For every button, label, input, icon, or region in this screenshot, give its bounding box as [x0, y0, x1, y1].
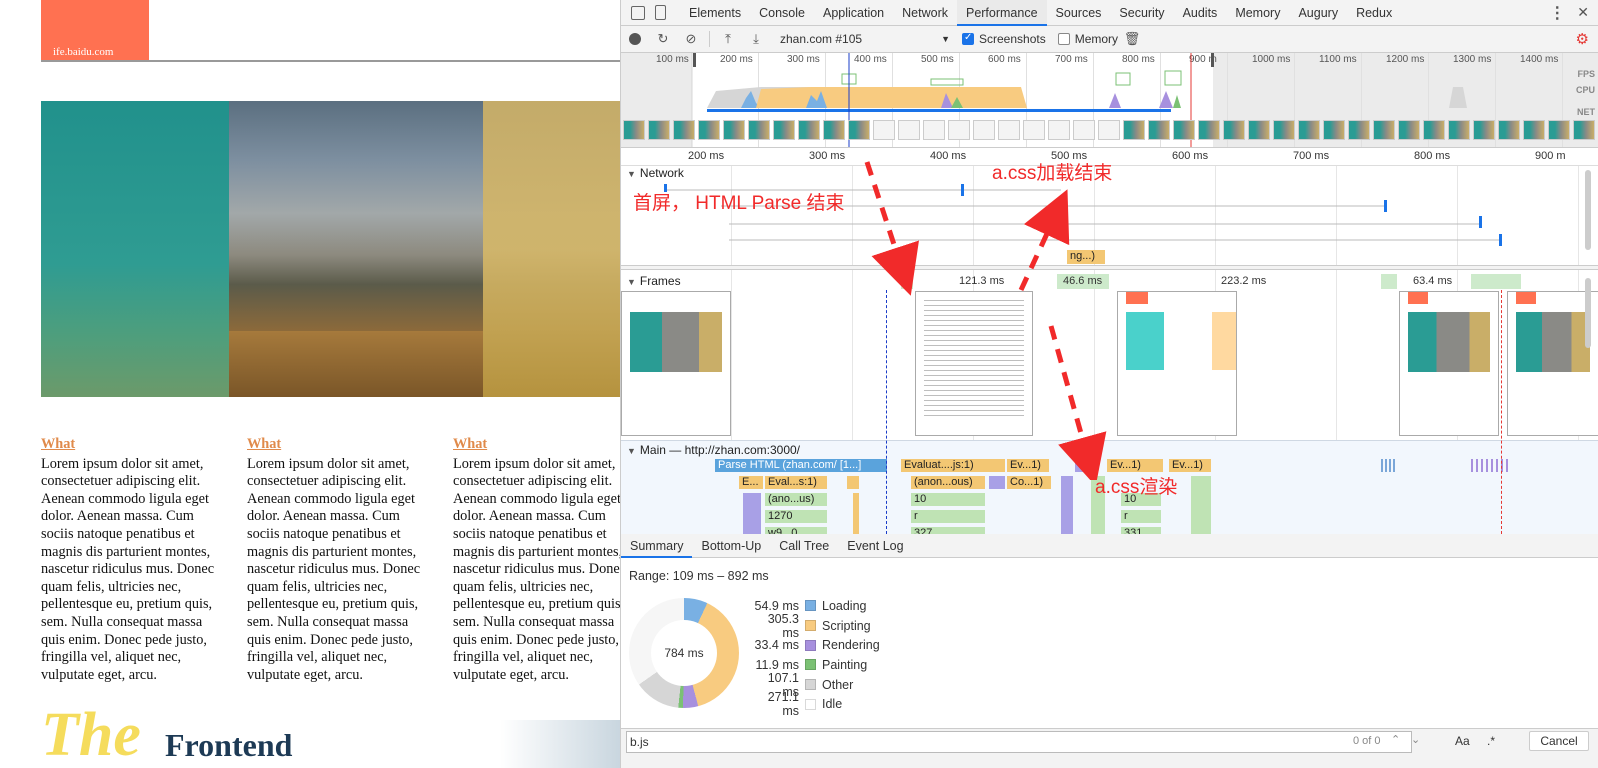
- device-toolbar-icon[interactable]: [655, 5, 666, 20]
- devtools-tab-bar: Elements Console Application Network Per…: [621, 0, 1598, 26]
- total-duration: 784 ms: [651, 620, 717, 686]
- banner-yellow-overlay: [483, 101, 620, 397]
- timeline-overview[interactable]: 100 ms 200 ms 300 ms 400 ms 500 ms 600 m…: [621, 53, 1598, 148]
- save-profile-icon[interactable]: ⤓: [748, 31, 764, 47]
- content-column-1: What Lorem ipsum dolor sit amet, consect…: [41, 436, 241, 684]
- profile-select[interactable]: zhan.com #105 ▼: [780, 32, 950, 46]
- checkbox-checked-icon: [962, 32, 974, 45]
- search-input[interactable]: b.js: [626, 731, 1412, 753]
- logo-text: ife.baidu.com: [53, 46, 114, 58]
- record-button[interactable]: [627, 31, 643, 47]
- inspect-element-icon[interactable]: [631, 5, 645, 20]
- footer-frontend-text: Frontend: [165, 727, 293, 763]
- profile-select-value: zhan.com #105: [780, 32, 863, 46]
- column-heading-link[interactable]: What: [453, 436, 620, 454]
- devtools-panel: Elements Console Application Network Per…: [620, 0, 1598, 768]
- tab-console[interactable]: Console: [750, 0, 814, 26]
- flame-function-call[interactable]: 10: [911, 493, 985, 506]
- annotation-css-render: a.css渲染: [1095, 477, 1178, 498]
- tab-summary[interactable]: Summary: [621, 534, 693, 558]
- summary-range: Range: 109 ms – 892 ms: [629, 569, 769, 583]
- column-body: Lorem ipsum dolor sit amet, consectetuer…: [41, 455, 215, 683]
- previous-match-icon[interactable]: ⌃: [1391, 733, 1400, 746]
- flame-function-call[interactable]: r: [911, 510, 985, 523]
- column-heading-link[interactable]: What: [41, 436, 241, 454]
- legend-row-scripting: 305.3 ms Scripting: [767, 611, 871, 640]
- memory-checkbox[interactable]: Memory: [1057, 32, 1119, 46]
- flame-function-call[interactable]: 1270: [765, 510, 827, 523]
- banner-field: [229, 331, 483, 397]
- more-options-icon[interactable]: ⋮: [1549, 3, 1565, 23]
- tab-elements[interactable]: Elements: [680, 0, 750, 26]
- content-column-2: What Lorem ipsum dolor sit amet, consect…: [247, 436, 447, 684]
- screenshots-checkbox[interactable]: Screenshots: [962, 32, 1046, 46]
- banner-teal-overlay: [41, 101, 229, 397]
- flame-function-call[interactable]: [1191, 476, 1211, 534]
- tab-call-tree[interactable]: Call Tree: [770, 534, 838, 558]
- settings-gear-icon[interactable]: ⚙: [1576, 30, 1589, 48]
- annotation-first-screen: 首屏， HTML Parse 结束: [633, 193, 845, 214]
- match-case-toggle[interactable]: Aa: [1455, 734, 1470, 748]
- tab-application[interactable]: Application: [814, 0, 893, 26]
- annotation-css-loaded: a.css加载结束: [992, 163, 1113, 184]
- column-heading-link[interactable]: What: [247, 436, 447, 454]
- tab-augury[interactable]: Augury: [1289, 0, 1347, 26]
- flame-function-call[interactable]: 331: [1121, 527, 1161, 534]
- search-bar: b.js 0 of 0 ⌃ ⌄ Aa .* Cancel: [621, 728, 1598, 768]
- legend-row-rendering: 33.4 ms Rendering: [754, 638, 880, 653]
- reload-record-icon[interactable]: ↻: [655, 31, 671, 47]
- summary-legend: 54.9 ms Loading 305.3 ms Scripting 33.4 ms…: [749, 596, 880, 719]
- checkbox-unchecked-icon: [1057, 33, 1070, 45]
- legend-row-idle: 271.1 ms Idle: [767, 690, 843, 719]
- chevron-down-icon: ▼: [941, 34, 950, 44]
- content-column-3: What Lorem ipsum dolor sit amet, consect…: [453, 436, 620, 684]
- column-body: Lorem ipsum dolor sit amet, consectetuer…: [247, 455, 421, 683]
- tab-bottom-up[interactable]: Bottom-Up: [692, 534, 770, 558]
- clear-icon[interactable]: ⊘: [683, 31, 699, 47]
- regex-toggle[interactable]: .*: [1487, 734, 1495, 748]
- tab-performance[interactable]: Performance: [956, 0, 1047, 26]
- flame-evaluate-script[interactable]: [853, 493, 859, 534]
- flame-function-call[interactable]: r: [1121, 510, 1161, 523]
- site-logo[interactable]: ife.baidu.com: [41, 0, 149, 60]
- header-divider: [41, 60, 620, 62]
- tab-event-log[interactable]: Event Log: [838, 534, 912, 558]
- summary-pie-chart: 784 ms: [629, 598, 739, 708]
- close-devtools-icon[interactable]: ✕: [1577, 4, 1589, 21]
- footer-image: [500, 720, 620, 768]
- flame-rendering[interactable]: [743, 493, 761, 534]
- banner-image: [41, 101, 620, 397]
- tab-redux[interactable]: Redux: [1347, 0, 1401, 26]
- memory-label: Memory: [1074, 32, 1119, 46]
- next-match-icon[interactable]: ⌄: [1411, 733, 1420, 746]
- flame-rendering[interactable]: [1061, 476, 1073, 534]
- tab-network[interactable]: Network: [893, 0, 957, 26]
- tab-memory[interactable]: Memory: [1226, 0, 1289, 26]
- footer-the-text: The: [41, 701, 141, 768]
- performance-toolbar: ↻ ⊘ ⤒ ⤓ zhan.com #105 ▼ Screenshots Memo…: [621, 26, 1598, 53]
- tab-security[interactable]: Security: [1110, 0, 1173, 26]
- tab-audits[interactable]: Audits: [1174, 0, 1227, 26]
- trash-icon[interactable]: 🗑: [1124, 31, 1141, 47]
- cancel-search-button[interactable]: Cancel: [1529, 731, 1589, 751]
- flame-function-call[interactable]: 327: [911, 527, 985, 534]
- column-body: Lorem ipsum dolor sit amet, consectetuer…: [453, 455, 620, 683]
- web-page-preview: ife.baidu.com What Lorem ipsum dolor sit…: [0, 0, 620, 768]
- screenshots-label: Screenshots: [979, 32, 1046, 46]
- load-profile-icon[interactable]: ⤒: [720, 31, 736, 47]
- tab-sources[interactable]: Sources: [1047, 0, 1111, 26]
- details-tab-bar: Summary Bottom-Up Call Tree Event Log: [621, 534, 1598, 558]
- search-match-count: 0 of 0: [1353, 735, 1381, 747]
- flame-function-call[interactable]: (ano...us): [765, 493, 827, 506]
